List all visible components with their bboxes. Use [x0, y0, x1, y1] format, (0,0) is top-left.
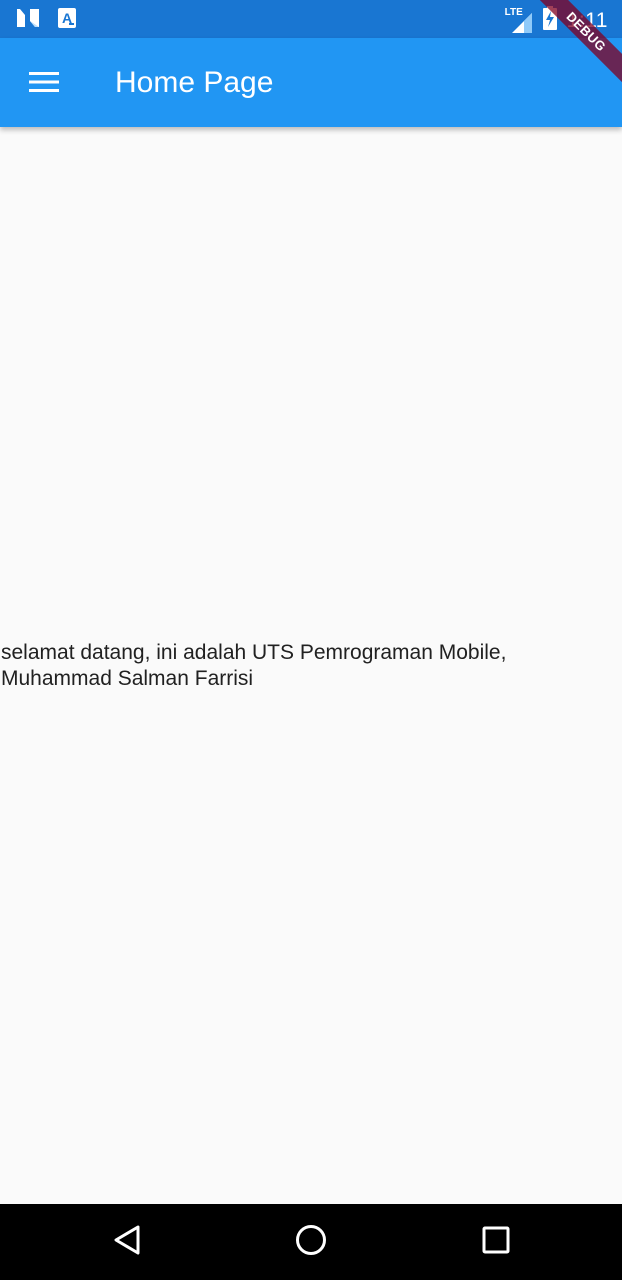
- app-bar: Home Page: [0, 38, 622, 127]
- home-circle-icon: [295, 1224, 327, 1261]
- recents-square-icon: [482, 1226, 510, 1259]
- text-a-icon: A: [58, 8, 76, 33]
- home-button[interactable]: [291, 1222, 331, 1262]
- recents-button[interactable]: [476, 1222, 516, 1262]
- main-content: selamat datang, ini adalah UTS Pemrogram…: [0, 127, 622, 1204]
- menu-button[interactable]: [16, 56, 72, 112]
- status-right-icons: LTE 1:11: [505, 6, 608, 35]
- battery-charging-icon: [542, 6, 557, 35]
- n-logo-icon: [16, 8, 40, 33]
- status-time: 1:11: [566, 8, 608, 32]
- back-triangle-icon: [113, 1224, 141, 1261]
- system-nav-bar: [0, 1204, 622, 1280]
- hamburger-menu-icon: [29, 71, 59, 98]
- lte-signal-icon: LTE: [505, 7, 533, 33]
- screen: A LTE 1:11 DEBUG Home Page selamat datan…: [0, 0, 622, 1280]
- back-button[interactable]: [107, 1222, 147, 1262]
- status-left-icons: A: [16, 8, 76, 33]
- status-bar: A LTE 1:11: [0, 0, 622, 38]
- welcome-text: selamat datang, ini adalah UTS Pemrogram…: [1, 640, 507, 690]
- page-title: Home Page: [115, 66, 274, 99]
